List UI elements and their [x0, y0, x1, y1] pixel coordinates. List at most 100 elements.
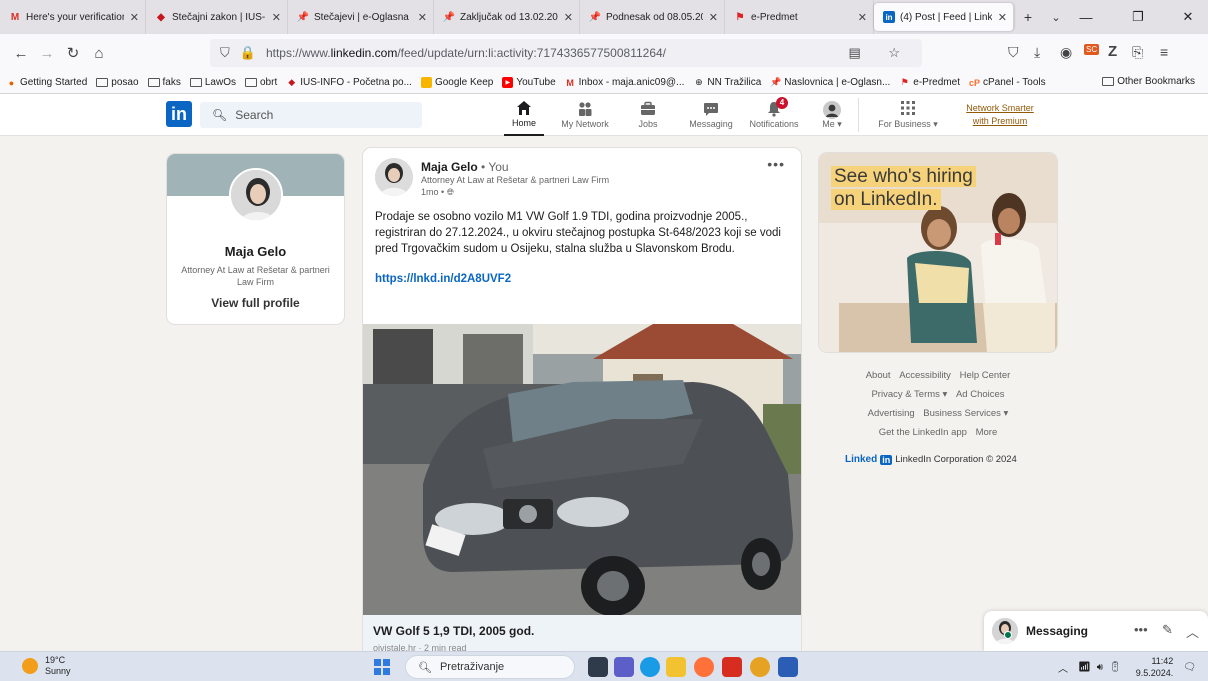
browser-tab-zakljucak[interactable]: 📌 Zaključak od 13.02.2024 ✕: [434, 0, 580, 34]
task-view-icon[interactable]: [588, 657, 608, 677]
browser-tab-gmail[interactable]: M Here's your verification ✕: [0, 0, 146, 34]
close-window-icon[interactable]: ✕: [1168, 0, 1208, 34]
youtube-icon: ▶: [502, 77, 514, 88]
extension-z-icon[interactable]: Z: [1108, 43, 1117, 60]
shield-icon[interactable]: ⛉: [220, 45, 230, 61]
compose-icon[interactable]: ✎: [1162, 622, 1173, 638]
firefox-icon[interactable]: [694, 657, 714, 677]
bookmark-other[interactable]: Other Bookmarks: [1102, 76, 1195, 87]
browser-tab-e-oglasna[interactable]: 📌 Stečajevi | e-Oglasna pl ✕: [288, 0, 434, 34]
bookmark-faks[interactable]: faks: [147, 77, 181, 88]
close-tab-icon[interactable]: ✕: [130, 11, 139, 24]
menu-icon[interactable]: ≡: [1160, 44, 1168, 60]
word-icon[interactable]: [778, 657, 798, 677]
battery-icon[interactable]: 🔋︎: [1109, 662, 1122, 673]
bookmark-cpanel[interactable]: cP cPanel - Tools: [969, 77, 1046, 88]
wifi-icon[interactable]: 📶︎: [1078, 662, 1091, 673]
messaging-overlay[interactable]: Messaging ••• ✎ ︿: [984, 611, 1208, 651]
bookmark-google-keep[interactable]: Google Keep: [420, 77, 493, 88]
footer-link-privacy-terms[interactable]: Privacy & Terms ▾: [871, 389, 947, 400]
chevron-up-icon[interactable]: ︿: [1058, 660, 1068, 675]
reload-icon[interactable]: ↻: [60, 44, 86, 62]
pocket-icon[interactable]: ⛉: [1008, 44, 1019, 61]
bookmark-youtube[interactable]: ▶ YouTube: [502, 77, 556, 88]
home-icon[interactable]: ⌂: [86, 45, 112, 62]
close-tab-icon[interactable]: ✕: [858, 11, 867, 24]
windows-taskbar: 19°C Sunny 🔍︎ Pretraživanje ︿ 📶︎ 🔊︎ 🔋︎ 1…: [0, 651, 1208, 681]
chrome-icon[interactable]: [750, 657, 770, 677]
footer-link-business-services[interactable]: Business Services ▾: [923, 408, 1008, 419]
avatar-icon: [823, 100, 841, 119]
bookmark-inbox[interactable]: M Inbox - maja.anic09@...: [565, 77, 684, 88]
footer-link-more[interactable]: More: [976, 427, 998, 438]
minimize-icon[interactable]: —: [1066, 0, 1106, 34]
speaker-icon[interactable]: 🔊︎: [1097, 662, 1103, 673]
teams-icon[interactable]: [614, 657, 634, 677]
profile-avatar[interactable]: [229, 168, 283, 222]
search-input[interactable]: 🔍︎ Search: [200, 102, 422, 128]
chevron-up-icon[interactable]: ︿: [1186, 622, 1199, 641]
footer-link-get-app[interactable]: Get the LinkedIn app: [879, 427, 967, 438]
url-bar[interactable]: ⛉ 🔒 https://www. linkedin.com/feed/update…: [210, 39, 922, 67]
extensions-icon[interactable]: ⎘: [1132, 44, 1143, 61]
nav-home[interactable]: Home: [504, 94, 544, 136]
close-tab-icon[interactable]: ✕: [418, 11, 427, 24]
footer-link-advertising[interactable]: Advertising: [868, 408, 915, 419]
clock[interactable]: 11:42 9.5.2024.: [1136, 655, 1174, 679]
browser-tab-linkedin[interactable]: in (4) Post | Feed | LinkedIn ✕: [874, 3, 1014, 31]
close-tab-icon[interactable]: ✕: [564, 11, 573, 24]
post-author-avatar[interactable]: [375, 158, 413, 196]
footer-link-accessibility[interactable]: Accessibility: [899, 370, 951, 381]
browser-tab-e-predmet[interactable]: ⚑ e-Predmet ✕: [725, 0, 874, 34]
taskbar-search-input[interactable]: 🔍︎ Pretraživanje: [405, 655, 575, 679]
footer-link-ad-choices[interactable]: Ad Choices: [956, 389, 1005, 400]
premium-link[interactable]: Network Smarter with Premium: [960, 102, 1040, 128]
acrobat-icon[interactable]: [722, 657, 742, 677]
hiring-ad[interactable]: See who's hiring on LinkedIn.: [819, 153, 1057, 352]
bookmark-lawos[interactable]: LawOs: [189, 77, 236, 88]
account-icon[interactable]: ◉: [1060, 44, 1072, 61]
notifications-center-icon[interactable]: 🗨︎: [1183, 662, 1196, 673]
nav-messaging[interactable]: Messaging: [686, 94, 736, 136]
nav-jobs[interactable]: Jobs: [628, 94, 668, 136]
close-tab-icon[interactable]: ✕: [709, 11, 718, 24]
browser-tab-podnesak[interactable]: 📌 Podnesak od 08.05.2024 ✕: [580, 0, 725, 34]
bookmark-getting-started[interactable]: ● Getting Started: [6, 77, 87, 88]
file-explorer-icon[interactable]: [666, 657, 686, 677]
browser-tab-ius-info[interactable]: ◆ Stečajni zakon | IUS-INI ✕: [146, 0, 288, 34]
post-link[interactable]: https://lnkd.in/d2A8UVF2: [375, 273, 511, 285]
bookmark-e-predmet[interactable]: ⚑ e-Predmet: [899, 77, 960, 88]
bookmark-ius-info[interactable]: ◆ IUS-INFO - Početna po...: [286, 77, 412, 88]
edge-icon[interactable]: [640, 657, 660, 677]
post-author-name[interactable]: Maja Gelo • You: [421, 160, 509, 174]
download-icon[interactable]: ⤓: [1034, 44, 1040, 61]
windows-start-icon[interactable]: [374, 659, 390, 675]
lock-icon[interactable]: 🔒: [240, 45, 256, 61]
new-tab-icon[interactable]: +: [1014, 9, 1042, 25]
nav-notifications[interactable]: Notifications 4: [744, 94, 804, 136]
nav-me[interactable]: Me ▾: [814, 94, 850, 136]
restore-icon[interactable]: ❐: [1118, 0, 1158, 34]
footer-link-about[interactable]: About: [866, 370, 891, 381]
more-options-icon[interactable]: •••: [1134, 622, 1148, 637]
profile-name[interactable]: Maja Gelo: [167, 244, 344, 259]
briefcase-icon: [640, 101, 656, 119]
footer-link-help-center[interactable]: Help Center: [960, 370, 1011, 381]
bookmark-obrt[interactable]: obrt: [244, 77, 277, 88]
post-image[interactable]: [363, 324, 801, 615]
reader-view-icon[interactable]: ▤ ☆: [848, 45, 912, 61]
close-tab-icon[interactable]: ✕: [998, 11, 1007, 24]
view-full-profile-link[interactable]: View full profile: [167, 296, 344, 310]
nav-my-network[interactable]: My Network: [556, 94, 614, 136]
bookmark-posao[interactable]: posao: [96, 77, 139, 88]
bookmark-naslovnica[interactable]: 📌 Naslovnica | e-Oglasn...: [770, 77, 890, 88]
extension-sc-icon[interactable]: SC: [1084, 44, 1100, 55]
nav-for-business[interactable]: For Business ▾: [872, 94, 944, 136]
bookmark-nn-trazilica[interactable]: ⊕ NN Tražilica: [693, 77, 761, 88]
back-icon[interactable]: ←: [8, 45, 34, 62]
forward-icon[interactable]: →: [34, 45, 60, 62]
linkedin-logo[interactable]: in: [166, 101, 192, 127]
close-tab-icon[interactable]: ✕: [272, 11, 281, 24]
weather-widget[interactable]: 19°C Sunny: [22, 655, 71, 677]
more-options-icon[interactable]: •••: [767, 156, 785, 172]
